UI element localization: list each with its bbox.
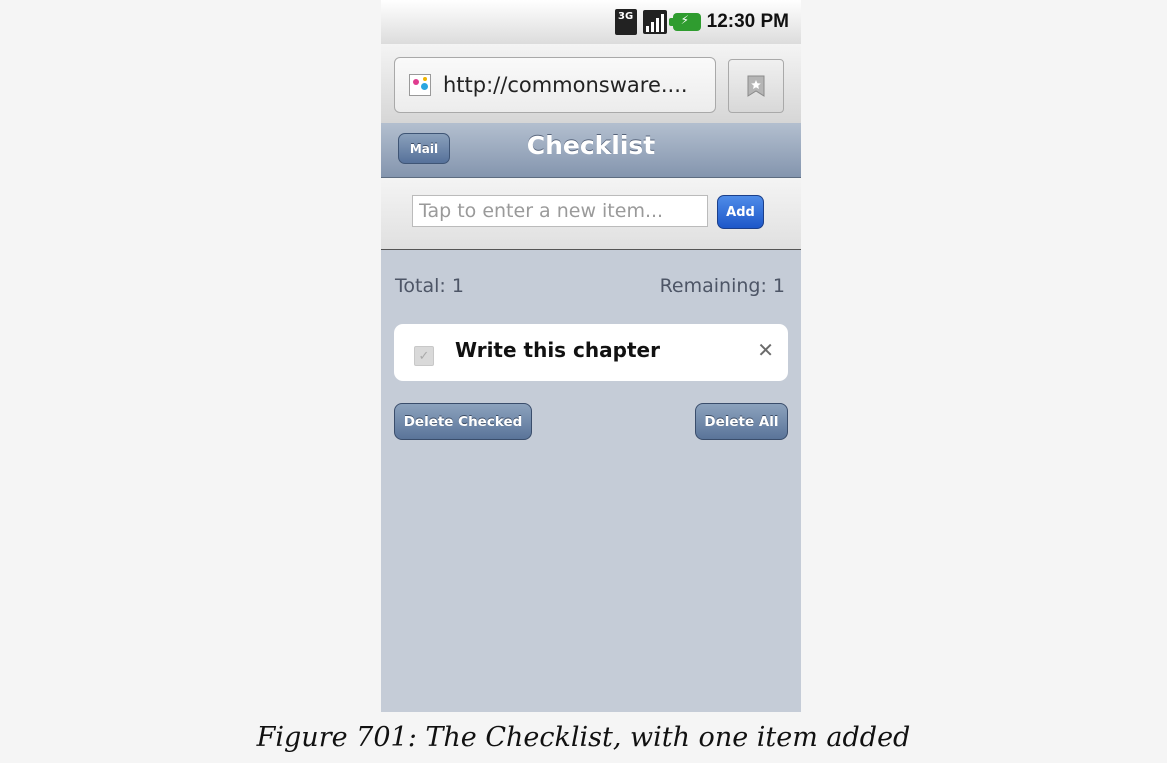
signal-strength-icon — [642, 10, 667, 34]
delete-all-button[interactable]: Delete All — [695, 403, 788, 440]
list-item: ✓ Write this chapter ✕ — [394, 324, 788, 381]
delete-checked-button[interactable]: Delete Checked — [394, 403, 532, 440]
remaining-count: Remaining: 1 — [659, 275, 785, 297]
phone-screen: 3G 12:30 PM http://commonsware.... Mail … — [381, 0, 801, 712]
item-checkbox[interactable]: ✓ — [414, 346, 434, 366]
favicon-icon — [409, 74, 431, 96]
add-button[interactable]: Add — [717, 195, 764, 229]
bookmark-icon — [747, 75, 765, 97]
url-bar[interactable]: http://commonsware.... — [394, 57, 716, 113]
status-clock: 12:30 PM — [706, 11, 789, 32]
remove-item-icon[interactable]: ✕ — [757, 338, 774, 362]
figure-caption: Figure 701: The Checklist, with one item… — [256, 722, 911, 753]
browser-toolbar: http://commonsware.... — [381, 44, 801, 123]
item-label: Write this chapter — [455, 338, 660, 362]
status-bar: 3G 12:30 PM — [381, 0, 801, 44]
new-item-input[interactable] — [412, 195, 708, 227]
page-title: Checklist — [526, 131, 656, 160]
battery-charging-icon — [668, 13, 701, 31]
bookmark-button[interactable] — [728, 59, 784, 113]
total-count: Total: 1 — [395, 275, 464, 297]
app-header: Mail Checklist — [381, 123, 801, 178]
3g-network-icon: 3G — [614, 9, 637, 35]
new-item-row: Add — [381, 178, 801, 250]
url-text: http://commonsware.... — [443, 73, 688, 97]
